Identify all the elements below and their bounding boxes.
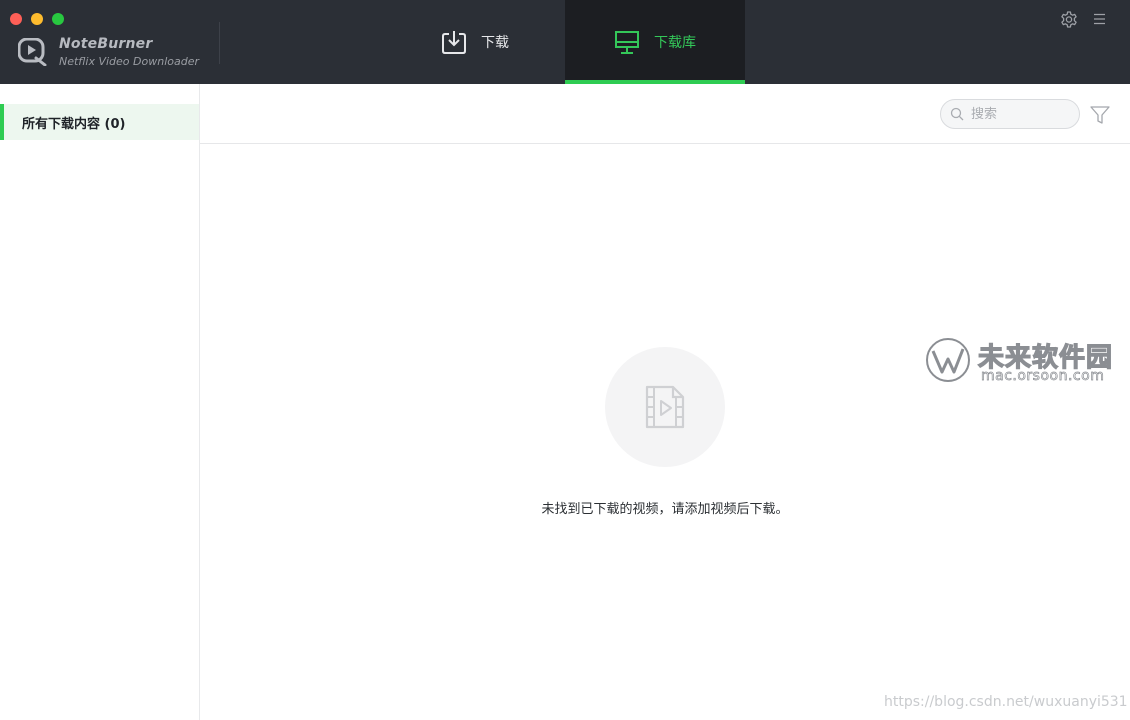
watermark-logo	[926, 338, 970, 382]
app-window: NoteBurner Netflix Video Downloader 下载 下…	[0, 0, 1130, 720]
library-toolbar	[200, 84, 1130, 144]
sidebar-item-all-downloads[interactable]: 所有下载内容 (0)	[0, 104, 199, 140]
download-icon	[442, 31, 466, 54]
app-name: NoteBurner	[59, 36, 153, 52]
search-box[interactable]	[940, 99, 1080, 129]
library-monitor-icon	[615, 31, 639, 54]
tab-download[interactable]: 下载	[385, 0, 565, 84]
maximize-window-button[interactable]	[52, 13, 64, 25]
filter-icon[interactable]	[1090, 105, 1110, 125]
watermark-csdn: https://blog.csdn.net/wuxuanyi531	[884, 694, 1128, 710]
empty-state-illustration	[605, 347, 725, 467]
tab-library[interactable]: 下载库	[565, 0, 745, 84]
tab-library-label: 下载库	[654, 35, 696, 51]
search-input[interactable]	[971, 104, 1071, 124]
video-file-icon	[645, 385, 685, 429]
title-bar: NoteBurner Netflix Video Downloader 下载 下…	[0, 0, 1130, 84]
menu-icon[interactable]	[1093, 13, 1106, 25]
tab-download-label: 下载	[481, 35, 509, 51]
sidebar: 所有下载内容 (0)	[0, 84, 200, 720]
minimize-window-button[interactable]	[31, 13, 43, 25]
app-subtitle: Netflix Video Downloader	[59, 55, 200, 68]
close-window-button[interactable]	[10, 13, 22, 25]
noteburner-logo-icon	[18, 38, 47, 66]
header-divider	[219, 22, 220, 64]
search-icon	[950, 107, 964, 121]
gear-icon[interactable]	[1060, 11, 1078, 29]
empty-state-message: 未找到已下载的视频，请添加视频后下载。	[541, 502, 789, 517]
watermark-url: mac.orsoon.com	[981, 368, 1105, 385]
